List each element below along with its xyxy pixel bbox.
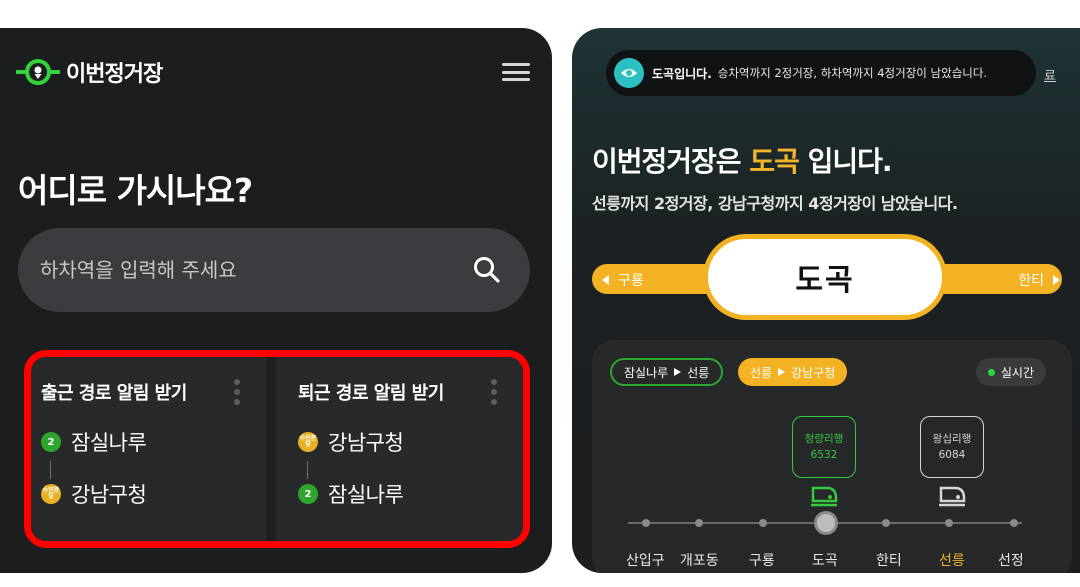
suin-bundang-badge: 수인분당 bbox=[298, 432, 318, 452]
route-stop: 수인분당 강남구청 bbox=[41, 479, 266, 509]
train-destination: 청량리행 bbox=[804, 433, 844, 445]
route-list: 수인분당 강남구청 2 잠실나루 bbox=[298, 427, 523, 509]
realtime-badge[interactable]: 실시간 bbox=[975, 358, 1046, 386]
commute-card[interactable]: 출근 경로 알림 받기 2 잠실나루 수인분당 강남구청 bbox=[31, 357, 266, 541]
prev-station-button[interactable]: 구룡 bbox=[602, 270, 644, 290]
train-number: 6084 bbox=[938, 449, 966, 461]
train-card[interactable]: 왕십리행 6084 bbox=[920, 416, 984, 478]
remaining-stops-text: 선릉까지 2정거장, 강남구청까지 4정거장이 남았습니다. bbox=[592, 194, 958, 213]
play-arrow-icon bbox=[778, 368, 786, 376]
track-station-label[interactable]: 선릉 bbox=[939, 550, 965, 570]
more-vertical-icon[interactable] bbox=[234, 379, 240, 405]
next-station-button[interactable]: 한티 bbox=[1018, 270, 1060, 290]
play-arrow-icon bbox=[674, 368, 682, 376]
prev-station-label: 구룡 bbox=[618, 273, 644, 289]
card-title: 퇴근 경로 알림 받기 bbox=[298, 383, 444, 404]
search-icon[interactable] bbox=[472, 255, 502, 285]
train-board: 잠실나루 선릉 선릉 강남구청 실시간 청량리행 6532 왕십리행 6084 bbox=[592, 340, 1072, 573]
track-dot bbox=[882, 519, 890, 527]
location-pin-icon bbox=[16, 59, 60, 85]
chip-from: 선릉 bbox=[750, 365, 773, 380]
station-screen: 도곡입니다. 승차역까지 2정거장, 하차역까지 4정거장이 남았습니다. 료 … bbox=[572, 28, 1080, 573]
page-title: 이번정거장은 도곡 입니다. bbox=[592, 140, 893, 180]
toast-message: 승차역까지 2정거장, 하차역까지 4정거장이 남았습니다. bbox=[717, 66, 988, 80]
track-dot bbox=[695, 519, 703, 527]
return-card[interactable]: 퇴근 경로 알림 받기 수인분당 강남구청 2 잠실나루 bbox=[266, 357, 523, 541]
route-alarm-section: 출근 경로 알림 받기 2 잠실나루 수인분당 강남구청 퇴근 경로 알림 받기 bbox=[24, 350, 530, 548]
stop-name: 잠실나루 bbox=[71, 431, 147, 455]
eye-icon bbox=[614, 58, 644, 88]
route-connector bbox=[307, 461, 308, 479]
track-dot bbox=[642, 519, 650, 527]
track-station-label[interactable]: 선정 bbox=[998, 550, 1024, 570]
track-dot bbox=[945, 519, 953, 527]
route-stop: 수인분당 강남구청 bbox=[298, 427, 523, 457]
app-logo[interactable]: 이번정거장 bbox=[16, 56, 163, 88]
train-destination: 왕십리행 bbox=[932, 433, 972, 445]
home-screen: 이번정거장 어디로 가시나요? 출근 경로 알림 받기 2 잠실나루 수인분당 bbox=[0, 28, 552, 573]
title-prefix: 이번정거장은 bbox=[592, 145, 742, 178]
stop-name: 강남구청 bbox=[71, 483, 147, 507]
train-icon bbox=[811, 486, 838, 507]
route-list: 2 잠실나루 수인분당 강남구청 bbox=[41, 427, 266, 509]
train-icon bbox=[939, 486, 966, 507]
title-station: 도곡 bbox=[749, 145, 800, 178]
realtime-dot-icon bbox=[987, 368, 995, 376]
next-station-label: 한티 bbox=[1018, 273, 1044, 289]
route-chip-suinbundang[interactable]: 선릉 강남구청 bbox=[738, 358, 848, 386]
app-header: 이번정거장 bbox=[16, 54, 530, 90]
track-dot bbox=[1010, 519, 1018, 527]
chevron-right-icon bbox=[1053, 275, 1060, 285]
current-station-pill: 도곡 bbox=[703, 234, 947, 320]
route-connector bbox=[50, 461, 51, 479]
stop-name: 잠실나루 bbox=[328, 483, 404, 507]
search-input[interactable] bbox=[40, 258, 472, 282]
realtime-label: 실시간 bbox=[1000, 365, 1034, 380]
route-stop: 2 잠실나루 bbox=[41, 427, 266, 457]
notification-toast[interactable]: 도곡입니다. 승차역까지 2정거장, 하차역까지 4정거장이 남았습니다. bbox=[606, 50, 1036, 96]
toast-station: 도곡입니다. bbox=[652, 66, 712, 81]
chip-from: 잠실나루 bbox=[624, 365, 669, 380]
search-bar[interactable] bbox=[18, 228, 530, 312]
end-link[interactable]: 료 bbox=[1044, 65, 1056, 84]
app-name: 이번정거장 bbox=[66, 62, 163, 87]
track-station-label[interactable]: 한티 bbox=[876, 550, 902, 570]
menu-icon[interactable] bbox=[502, 61, 530, 83]
suin-bundang-badge: 수인분당 bbox=[41, 484, 61, 504]
card-title: 출근 경로 알림 받기 bbox=[41, 383, 187, 404]
track-station-label[interactable]: 구룡 bbox=[749, 550, 775, 570]
stop-name: 강남구청 bbox=[328, 431, 404, 455]
route-stop: 2 잠실나루 bbox=[298, 479, 523, 509]
line-2-badge: 2 bbox=[41, 432, 61, 452]
track-station-label[interactable]: 개포동 bbox=[680, 550, 719, 570]
route-chip-line2[interactable]: 잠실나루 선릉 bbox=[610, 358, 724, 386]
chip-to: 선릉 bbox=[687, 365, 710, 380]
page-title: 어디로 가시나요? bbox=[18, 171, 253, 210]
line-2-badge: 2 bbox=[298, 484, 318, 504]
train-card[interactable]: 청량리행 6532 bbox=[792, 416, 856, 478]
track-dot bbox=[759, 519, 767, 527]
track-station-label[interactable]: 산입구 bbox=[626, 550, 665, 570]
title-suffix: 입니다. bbox=[807, 145, 893, 178]
current-position-marker bbox=[814, 511, 838, 535]
track-station-label[interactable]: 도곡 bbox=[812, 550, 838, 570]
chip-to: 강남구청 bbox=[791, 365, 836, 380]
train-number: 6532 bbox=[810, 449, 838, 461]
more-vertical-icon[interactable] bbox=[491, 379, 497, 405]
chevron-left-icon bbox=[602, 275, 609, 285]
